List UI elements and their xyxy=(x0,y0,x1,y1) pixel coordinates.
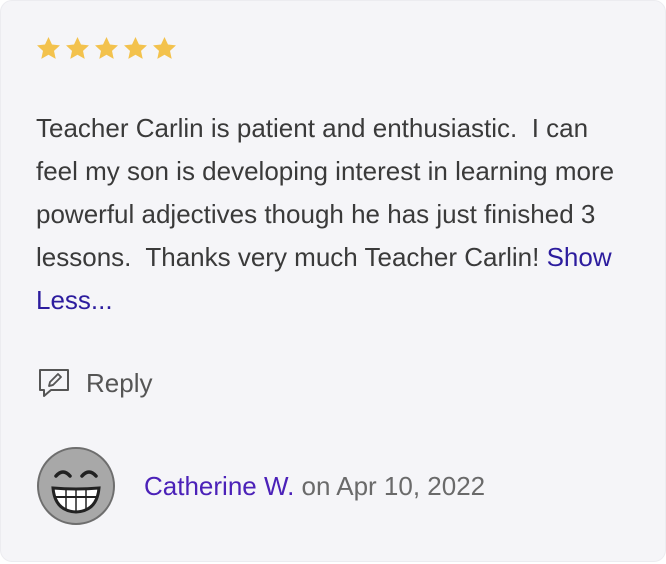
star-icon xyxy=(124,37,147,59)
review-body: Teacher Carlin is patient and enthusiast… xyxy=(36,107,636,322)
review-card: Teacher Carlin is patient and enthusiast… xyxy=(0,0,666,562)
star-rating xyxy=(35,35,178,62)
star-icon xyxy=(37,37,60,59)
star-icon xyxy=(153,37,176,59)
reply-button[interactable]: Reply xyxy=(36,365,152,401)
review-date: Apr 10, 2022 xyxy=(336,470,486,501)
author-name-link[interactable]: Catherine W. xyxy=(144,471,294,501)
reply-label: Reply xyxy=(86,367,153,398)
star-icon xyxy=(66,37,89,59)
review-author: Catherine W. on Apr 10, 2022 xyxy=(36,446,485,526)
star-icon xyxy=(95,37,118,59)
author-meta: Catherine W. on Apr 10, 2022 xyxy=(144,471,485,502)
avatar[interactable] xyxy=(36,446,116,526)
reply-edit-icon xyxy=(39,369,69,397)
review-text: Teacher Carlin is patient and enthusiast… xyxy=(36,113,622,272)
date-prefix: on xyxy=(294,470,337,501)
